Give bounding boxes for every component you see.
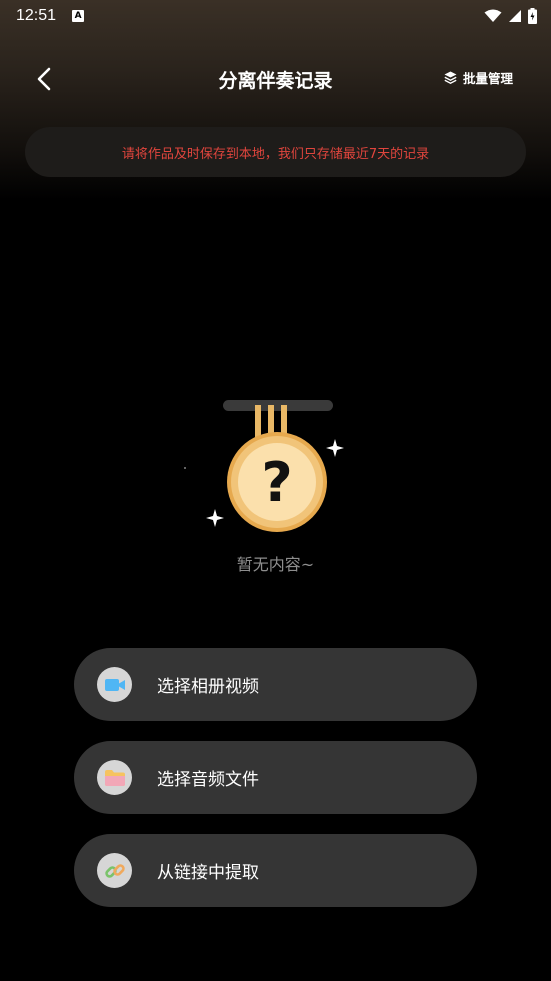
extract-from-link-label: 从链接中提取 [157,863,259,883]
layers-icon [444,71,457,84]
batch-manage-label: 批量管理 [462,71,513,86]
sparkle-icon [206,509,224,527]
empty-medal-illustration: ? [184,400,344,532]
wifi-icon [484,9,502,22]
question-mark-icon: ? [261,451,292,514]
medal-ribbon [255,405,261,437]
notice-text: 请将作品及时保存到本地，我们只存储最近7天的记录 [121,146,430,162]
folder-icon [97,760,132,795]
video-camera-icon [97,667,132,702]
select-album-video-label: 选择相册视频 [157,677,259,697]
notification-a-icon: A [72,10,85,22]
status-time: 12:51 [16,7,57,24]
select-album-video-button[interactable]: 选择相册视频 [74,648,477,721]
select-audio-file-label: 选择音频文件 [157,770,259,790]
extract-from-link-button[interactable]: 从链接中提取 [74,834,477,907]
header: 分离伴奏记录 批量管理 [0,52,551,104]
empty-state-text: 暂无内容~ [236,555,315,574]
notice-banner: 请将作品及时保存到本地，我们只存储最近7天的记录 [25,127,526,177]
battery-icon [528,8,537,24]
batch-manage-button[interactable]: 批量管理 [444,68,513,87]
signal-icon [509,10,521,22]
status-icons [484,8,537,24]
sparkle-icon [326,439,344,457]
medal-bar [223,400,333,411]
select-audio-file-button[interactable]: 选择音频文件 [74,741,477,814]
status-bar: 12:51 A [0,0,551,32]
link-icon [97,853,132,888]
